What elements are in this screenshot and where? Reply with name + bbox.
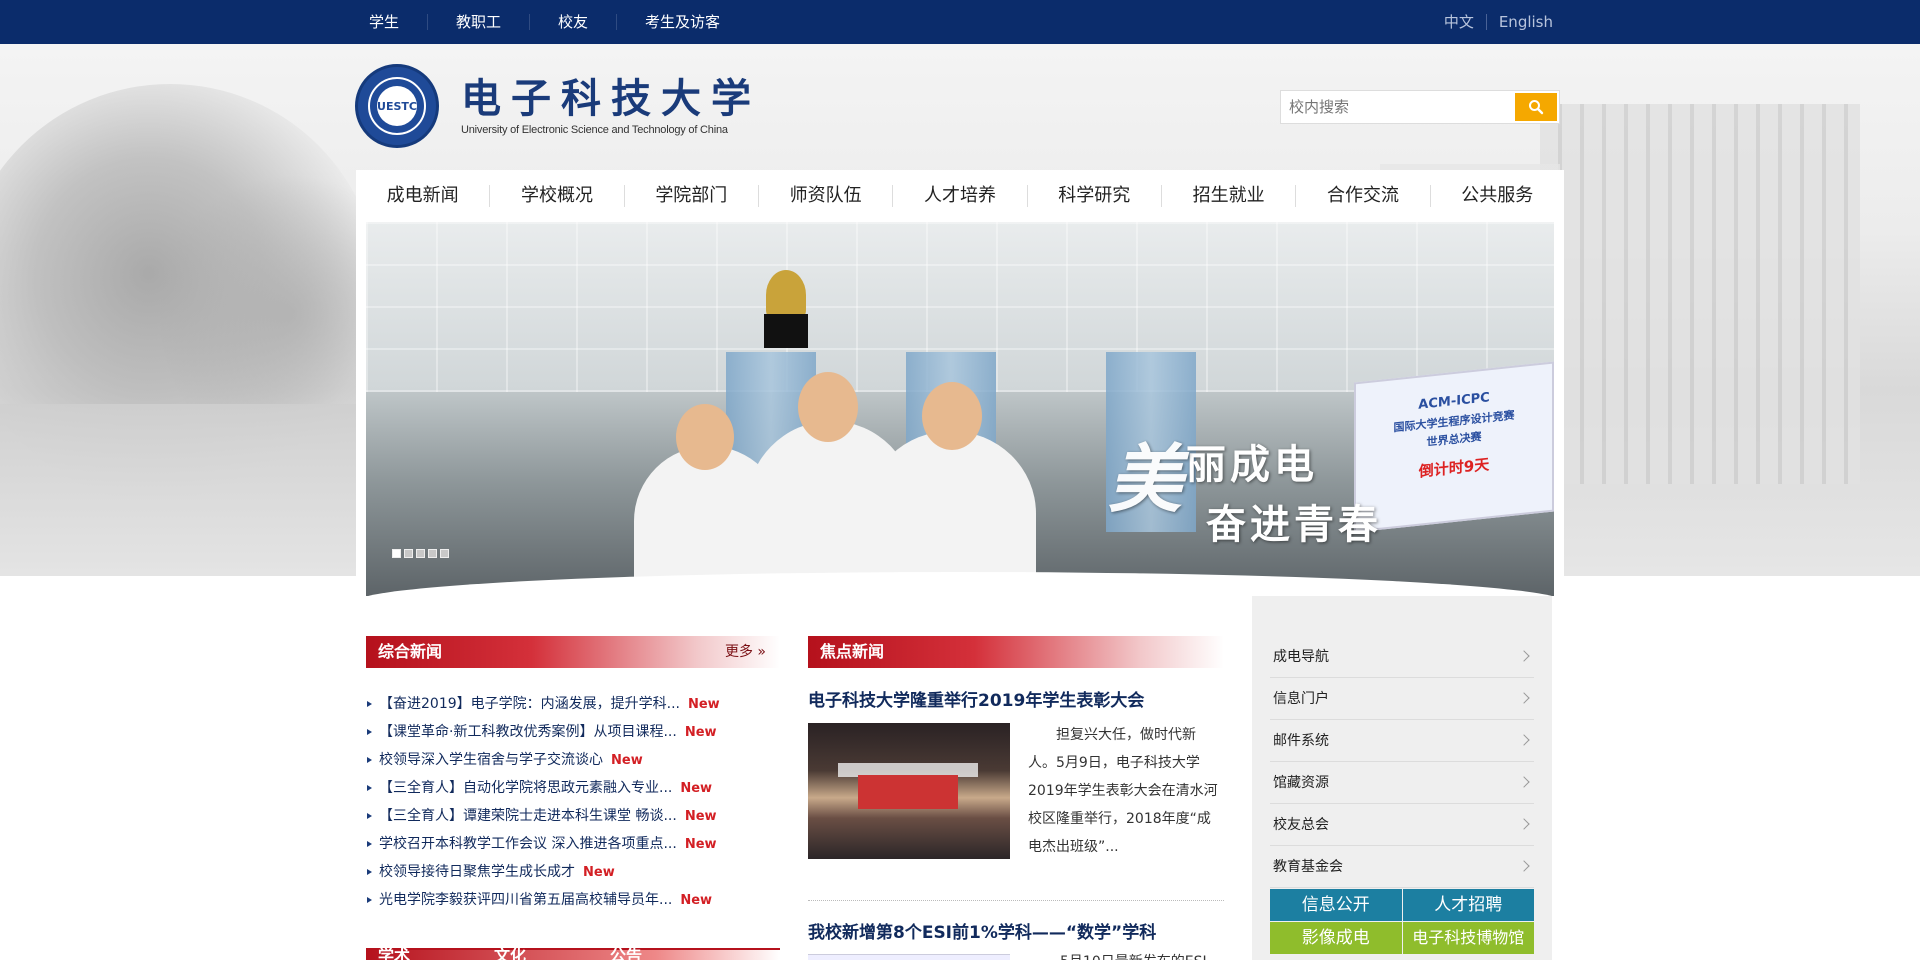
nav-services[interactable]: 公共服务 bbox=[1429, 185, 1564, 207]
nav-education[interactable]: 人才培养 bbox=[892, 185, 1026, 207]
focus-news-photo[interactable] bbox=[808, 954, 1010, 960]
university-name-cn: 电子科技大学 bbox=[461, 75, 761, 122]
slide-dot[interactable] bbox=[416, 549, 425, 558]
chevron-right-icon bbox=[1518, 860, 1530, 872]
slide-dot[interactable] bbox=[392, 549, 401, 558]
quick-link-navigation[interactable]: 成电导航 bbox=[1270, 636, 1534, 678]
site-search bbox=[1280, 90, 1560, 124]
slide-dot[interactable] bbox=[404, 549, 413, 558]
quick-link-foundation[interactable]: 教育基金会 bbox=[1270, 846, 1534, 888]
quick-link-mail[interactable]: 邮件系统 bbox=[1270, 720, 1534, 762]
chevron-right-icon bbox=[1518, 692, 1530, 704]
focus-summary: 担复兴大任，做时代新人。5月9日，电子科技大学2019年学生表彰大会在清水河校区… bbox=[1028, 727, 1218, 855]
tile-recruitment[interactable]: 人才招聘 bbox=[1402, 889, 1534, 921]
tab-academic[interactable]: 学术 bbox=[378, 946, 410, 960]
chevron-right-icon bbox=[1518, 734, 1530, 746]
nav-cooperation[interactable]: 合作交流 bbox=[1295, 185, 1429, 207]
tile-info-disclosure[interactable]: 信息公开 bbox=[1270, 889, 1402, 921]
chevron-right-icon bbox=[1518, 776, 1530, 788]
news-item[interactable]: 校领导接待日聚焦学生成长成才 New bbox=[366, 858, 780, 886]
focus-headline-link[interactable]: 电子科技大学隆重举行2019年学生表彰大会 bbox=[808, 686, 1144, 711]
quick-link-alumni[interactable]: 校友总会 bbox=[1270, 804, 1534, 846]
general-news-title: 综合新闻 bbox=[378, 642, 443, 661]
main-nav: 成电新闻 学校概况 学院部门 师资队伍 人才培养 科学研究 招生就业 合作交流 … bbox=[356, 170, 1564, 222]
tab-culture[interactable]: 文化 bbox=[494, 946, 526, 960]
news-item[interactable]: 【奋进2019】电子学院：内涵发展，提升学科... New bbox=[366, 690, 780, 718]
nav-news[interactable]: 成电新闻 bbox=[356, 185, 489, 207]
university-seal-icon: UESTC bbox=[355, 64, 439, 148]
news-item[interactable]: 光电学院李毅获评四川省第五届高校辅导员年... New bbox=[366, 886, 780, 914]
news-item[interactable]: 【课堂革命·新工科教改优秀案例】从项目课程... New bbox=[366, 718, 780, 746]
nav-schools[interactable]: 学院部门 bbox=[623, 185, 758, 207]
university-logo[interactable]: UESTC 电子科技大学 University of Electronic Sc… bbox=[355, 64, 761, 148]
news-item[interactable]: 校领导深入学生宿舍与学子交流谈心 New bbox=[366, 746, 780, 774]
focus-news-header: 焦点新闻 bbox=[808, 636, 1224, 668]
service-tiles: 信息公开 人才招聘 影像成电 电子科技博物馆 bbox=[1270, 889, 1534, 954]
university-name-en: University of Electronic Science and Tec… bbox=[461, 124, 728, 136]
focus-summary: 5月10日最新发布的ESI bbox=[1060, 952, 1207, 960]
link-alumni[interactable]: 校友 bbox=[529, 14, 616, 30]
hero-banner[interactable]: ACM-ICPC 国际大学生程序设计竞赛 世界总决赛 倒计时9天 美 丽成电 奋… bbox=[366, 222, 1554, 596]
news-item[interactable]: 【三全育人】自动化学院将思政元素融入专业... New bbox=[366, 774, 780, 802]
banner-slogan: 美 丽成电 奋进青春 bbox=[1108, 437, 1382, 548]
general-news-list: 【奋进2019】电子学院：内涵发展，提升学科... New 【课堂革命·新工科教改… bbox=[366, 690, 780, 914]
focus-news-title: 焦点新闻 bbox=[820, 642, 885, 661]
search-input[interactable] bbox=[1281, 91, 1515, 123]
link-students[interactable]: 学生 bbox=[365, 14, 427, 30]
quick-link-portal[interactable]: 信息门户 bbox=[1270, 678, 1534, 720]
divider bbox=[808, 900, 1224, 901]
banner-pagination bbox=[392, 549, 449, 558]
chevron-right-icon bbox=[1518, 818, 1530, 830]
tab-notices[interactable]: 公告 bbox=[610, 946, 642, 960]
quick-links: 成电导航 信息门户 邮件系统 馆藏资源 校友总会 教育基金会 bbox=[1270, 636, 1534, 888]
nav-about[interactable]: 学校概况 bbox=[489, 185, 623, 207]
lang-chinese[interactable]: 中文 bbox=[1432, 14, 1486, 30]
search-icon bbox=[1529, 100, 1544, 115]
tile-museum[interactable]: 电子科技博物馆 bbox=[1402, 922, 1534, 954]
news-item[interactable]: 学校召开本科教学工作会议 深入推进各项重点... New bbox=[366, 830, 780, 858]
building-decoration bbox=[1540, 104, 1860, 484]
lang-english[interactable]: English bbox=[1485, 14, 1553, 30]
general-news-header: 综合新闻 更多 » bbox=[366, 636, 780, 668]
banner-projector-screen: ACM-ICPC 国际大学生程序设计竞赛 世界总决赛 倒计时9天 bbox=[1354, 361, 1554, 533]
slide-dot[interactable] bbox=[428, 549, 437, 558]
tabs-header: 学术 文化 公告 bbox=[366, 946, 780, 960]
general-news-more-link[interactable]: 更多 » bbox=[725, 636, 766, 668]
link-visitors[interactable]: 考生及访客 bbox=[616, 14, 748, 30]
trophy-icon bbox=[766, 270, 806, 320]
nav-research[interactable]: 科学研究 bbox=[1026, 185, 1161, 207]
focus-news-photo[interactable] bbox=[808, 723, 1010, 859]
nav-faculty[interactable]: 师资队伍 bbox=[757, 185, 892, 207]
chevron-right-icon bbox=[1518, 650, 1530, 662]
focus-headline-link[interactable]: 我校新增第8个ESI前1%学科——“数学”学科 bbox=[808, 918, 1156, 943]
slide-dot[interactable] bbox=[440, 549, 449, 558]
quick-link-library[interactable]: 馆藏资源 bbox=[1270, 762, 1534, 804]
top-bar: 学生 教职工 校友 考生及访客 中文 English bbox=[0, 0, 1920, 44]
search-button[interactable] bbox=[1515, 93, 1557, 121]
audience-links: 学生 教职工 校友 考生及访客 bbox=[365, 0, 748, 44]
news-item[interactable]: 【三全育人】谭建荣院士走进本科生课堂 畅谈... New bbox=[366, 802, 780, 830]
link-staff[interactable]: 教职工 bbox=[427, 14, 529, 30]
tile-media[interactable]: 影像成电 bbox=[1270, 922, 1402, 954]
nav-admissions[interactable]: 招生就业 bbox=[1160, 185, 1295, 207]
language-switch: 中文 English bbox=[1432, 0, 1553, 44]
